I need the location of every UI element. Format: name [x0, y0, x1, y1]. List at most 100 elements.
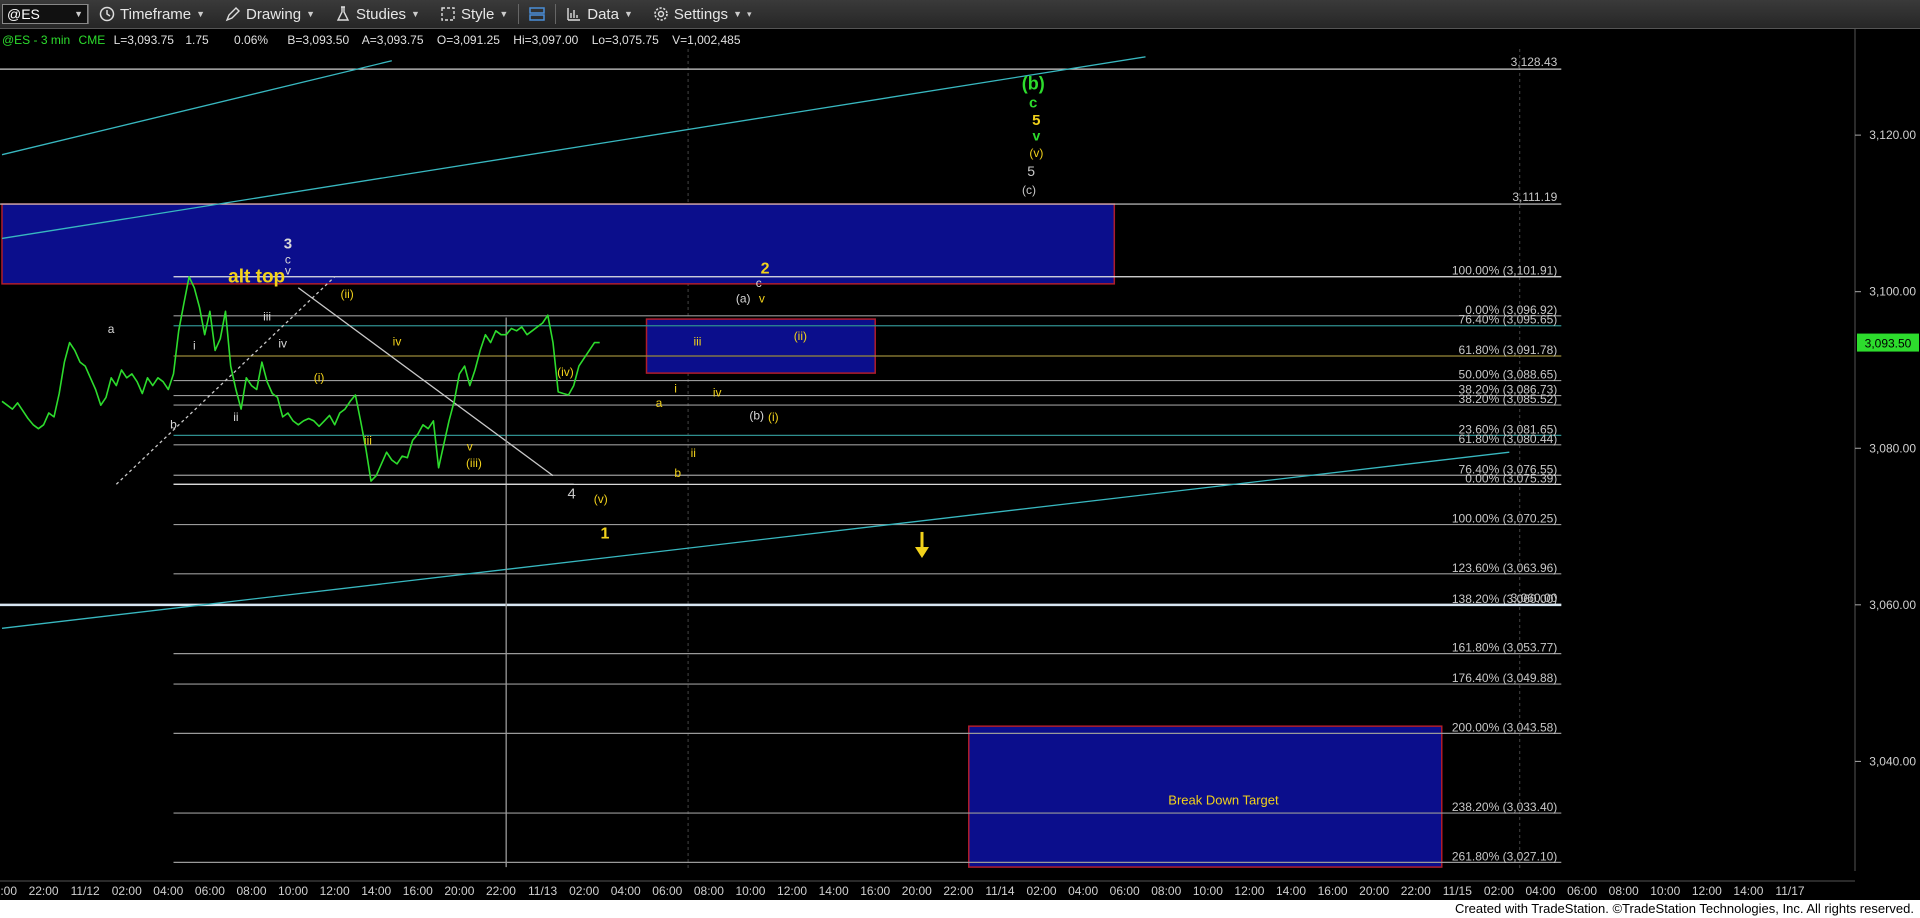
time-axis-label: 20:00: [1359, 884, 1389, 898]
chevron-down-icon: ▼: [499, 9, 509, 19]
footer-credit: Created with TradeStation. ©TradeStation…: [0, 900, 1920, 918]
wave-label: c: [756, 276, 762, 290]
wave-label: (b): [1022, 74, 1045, 94]
fib-level-label: 123.60% (3,063.96): [1452, 561, 1557, 575]
style-icon: [441, 7, 455, 21]
fib-level-label: 50.00% (3,088.65): [1459, 368, 1558, 382]
footer-text: Created with TradeStation. ©TradeStation…: [1454, 901, 1914, 916]
price-axis-label: 3,120.00: [1869, 128, 1916, 142]
wave-label: (v): [1029, 146, 1043, 160]
time-axis-label: 14:00: [819, 884, 849, 898]
wave-label: (i): [768, 410, 779, 424]
info-symbol: @ES - 3 min: [2, 33, 70, 47]
time-axis-label: 16:00: [403, 884, 433, 898]
info-bid: B=3,093.50: [287, 33, 349, 47]
fib-level-label: 261.80% (3,027.10): [1452, 849, 1557, 863]
info-last: L=3,093.75: [114, 33, 175, 47]
fib-level-label: 61.80% (3,091.78): [1459, 343, 1558, 357]
time-axis-label: 16:00: [860, 884, 890, 898]
chevron-down-icon: ▼: [411, 9, 420, 19]
fib-level-label: 61.80% (3,080.44): [1459, 432, 1558, 446]
time-axis-label: 06:00: [195, 884, 225, 898]
time-axis-label: 04:00: [611, 884, 641, 898]
time-axis-label: 08:00: [1609, 884, 1639, 898]
gear-icon: [654, 7, 668, 21]
data-menu[interactable]: Data ▼: [556, 0, 643, 28]
layout-button[interactable]: [519, 0, 555, 28]
chevron-down-icon: ▼: [74, 9, 83, 19]
price-level-label: 3,128.43: [1511, 55, 1558, 69]
fib-level-label: 100.00% (3,101.91): [1452, 264, 1557, 278]
info-line: @ES - 3 min CME L=3,093.75 1.75 0.06% B=…: [2, 33, 741, 47]
time-axis-label: 22:00: [29, 884, 59, 898]
settings-menu[interactable]: Settings ▼ ▾: [643, 0, 762, 28]
time-axis-label: 02:00: [1484, 884, 1514, 898]
wave-label: (a): [736, 292, 751, 306]
wave-label: (ii): [340, 287, 353, 301]
wave-label: ii: [691, 446, 696, 460]
timeframe-menu[interactable]: Timeframe ▼: [89, 0, 215, 28]
wave-label: iii: [693, 335, 701, 349]
price-axis-label: 3,040.00: [1869, 754, 1916, 768]
info-change: 1.75: [185, 33, 209, 47]
fib-level-label: 38.20% (3,085.52): [1459, 392, 1558, 406]
time-axis-label: 11/15: [1443, 884, 1472, 898]
wave-label: a: [108, 322, 115, 336]
time-axis-label: 20:00: [444, 884, 474, 898]
time-axis-label: 22:00: [943, 884, 973, 898]
info-ask: A=3,093.75: [362, 33, 424, 47]
style-menu[interactable]: Style ▼: [430, 0, 518, 28]
last-price-label: 3,093.50: [1865, 337, 1912, 351]
wave-label: c: [1029, 95, 1037, 112]
wave-label: (ii): [794, 329, 807, 343]
wave-label: v: [467, 440, 473, 454]
price-axis-label: 3,100.00: [1869, 285, 1916, 299]
time-axis-label: 14:00: [1733, 884, 1763, 898]
wave-label: (iv): [557, 365, 574, 379]
info-exchange: CME: [79, 33, 106, 47]
fib-level-label: 76.40% (3,095.65): [1459, 313, 1558, 327]
time-axis-label: 04:00: [153, 884, 183, 898]
alt-top-zone: [1, 203, 1116, 285]
price-chart[interactable]: 100.00% (3,101.91)0.00% (3,096.92)76.40%…: [0, 29, 1920, 900]
time-axis-label: 06:00: [1567, 884, 1597, 898]
studies-menu[interactable]: Studies ▼: [325, 0, 430, 28]
time-axis-label: 10:00: [735, 884, 765, 898]
time-axis-label: 10:00: [1650, 884, 1680, 898]
time-axis-label: 16:00: [1318, 884, 1348, 898]
price-axis-label: 3,080.00: [1869, 441, 1916, 455]
time-axis-label: 10:00: [278, 884, 308, 898]
pencil-icon: [225, 7, 241, 22]
wave-2-box: [645, 318, 876, 374]
wave-label: 3: [284, 236, 292, 253]
wave-label: b: [170, 418, 177, 432]
wave-label: iv: [713, 386, 722, 400]
drawing-menu[interactable]: Drawing ▼: [215, 0, 325, 28]
flask-icon: [336, 6, 350, 21]
info-pct: 0.06%: [234, 33, 268, 47]
wave-label: alt top: [228, 266, 285, 287]
fib-level-label: 0.00% (3,075.39): [1465, 471, 1557, 485]
drawing-label: Drawing: [246, 5, 302, 23]
wave-label: v: [1032, 128, 1040, 144]
wave-label: 5: [1027, 163, 1035, 179]
chart-toolbar: @ES ▼ Timeframe ▼ Drawing ▼ Studies ▼ St…: [0, 0, 1920, 29]
time-axis-label: 04:00: [1068, 884, 1098, 898]
time-axis-label: 12:00: [320, 884, 350, 898]
info-volume: V=1,002,485: [672, 33, 741, 47]
time-axis-label: 12:00: [1234, 884, 1264, 898]
time-axis-label: 08:00: [236, 884, 266, 898]
time-axis-label: 22:00: [486, 884, 516, 898]
wave-label: iii: [364, 433, 372, 447]
symbol-selector[interactable]: @ES ▼: [2, 4, 88, 24]
wave-label: i: [674, 382, 677, 396]
time-axis-label: 02:00: [569, 884, 599, 898]
fib-level-label: 238.20% (3,033.40): [1452, 800, 1557, 814]
chevron-down-icon: ▼: [196, 9, 206, 19]
data-label: Data: [587, 5, 619, 23]
layout-icon: [529, 7, 545, 21]
fib-level-label: 161.80% (3,053.77): [1452, 641, 1557, 655]
time-axis-label: 02:00: [1027, 884, 1057, 898]
time-axis-label: 20:00: [0, 884, 17, 898]
wave-label: 5: [1032, 112, 1040, 129]
